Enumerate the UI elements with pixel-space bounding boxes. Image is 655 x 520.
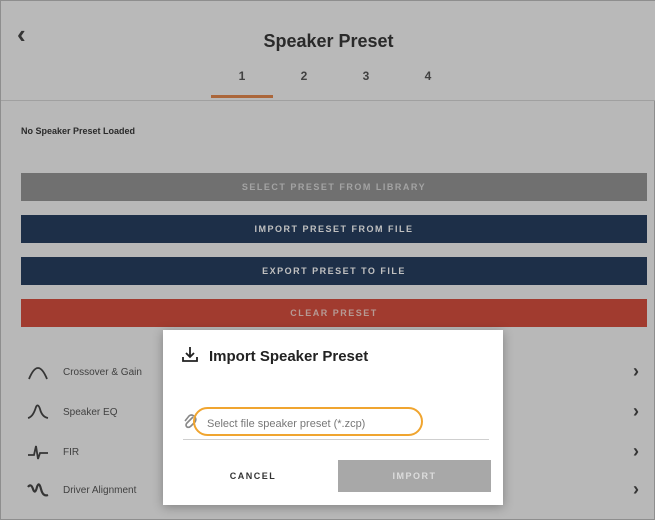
dialog-title: Import Speaker Preset	[209, 348, 369, 365]
highlight-ring	[193, 407, 423, 436]
dialog-header: Import Speaker Preset	[181, 345, 368, 368]
import-preset-dialog: Import Speaker Preset Select file speake…	[163, 330, 503, 505]
download-icon	[181, 345, 199, 368]
import-button[interactable]: IMPORT	[338, 460, 491, 492]
cancel-button[interactable]: CANCEL	[183, 460, 323, 492]
